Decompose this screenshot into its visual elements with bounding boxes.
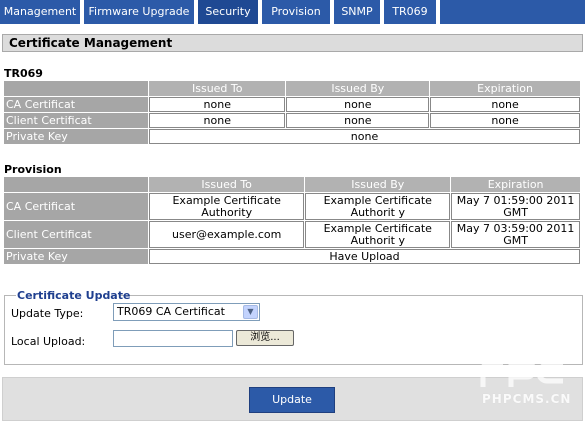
local-upload-label: Local Upload: (11, 335, 86, 348)
provision-section-title: Provision (4, 163, 62, 176)
issued-to-value: none (149, 113, 286, 128)
row-label: Client Certificat (4, 113, 148, 128)
row-label: CA Certificat (4, 193, 148, 220)
header-blank (4, 177, 148, 192)
tab-tr069[interactable]: TR069 (384, 0, 438, 24)
tab-provision[interactable]: Provision (262, 0, 332, 24)
table-header-row: Issued To Issued By Expiration (4, 81, 580, 96)
header-issued-to: Issued To (149, 81, 286, 96)
row-label: Client Certificat (4, 221, 148, 248)
tab-firmware-upgrade[interactable]: Firmware Upgrade (84, 0, 196, 24)
table-header-row: Issued To Issued By Expiration (4, 177, 580, 192)
fieldset-border-right (120, 295, 583, 296)
issued-to-value: user@example.com (149, 221, 305, 248)
chevron-down-icon[interactable]: ▼ (243, 305, 258, 319)
table-row: Client Certificat user@example.com Examp… (4, 221, 580, 248)
table-row: CA Certificat Example Certificate Author… (4, 193, 580, 220)
table-row: Private Key none (4, 129, 580, 144)
issued-by-value: Example Certificate Authorit y (305, 221, 451, 248)
header-expiration: Expiration (430, 81, 580, 96)
provision-cert-table: Issued To Issued By Expiration CA Certif… (3, 176, 581, 265)
row-label: CA Certificat (4, 97, 148, 112)
private-key-label: Private Key (4, 249, 148, 264)
update-type-select[interactable]: TR069 CA Certificat ▼ (113, 303, 260, 321)
issued-to-value: none (149, 97, 286, 112)
issued-by-value: none (286, 113, 430, 128)
private-key-value: none (149, 129, 580, 144)
watermark-text: PHPCMS.CN (482, 392, 572, 406)
browse-button[interactable]: 浏览... (236, 330, 294, 346)
page-title: Certificate Management (2, 34, 583, 52)
tab-security[interactable]: Security (198, 0, 260, 24)
table-row: Client Certificat none none none (4, 113, 580, 128)
tab-management[interactable]: Management (0, 0, 82, 24)
tab-bar: Management Firmware Upgrade Security Pro… (0, 0, 585, 24)
header-issued-to: Issued To (149, 177, 305, 192)
certificate-update-legend: Certificate Update (17, 289, 131, 302)
issued-to-value: Example Certificate Authority (149, 193, 305, 220)
local-upload-input[interactable] (113, 330, 233, 347)
table-row: Private Key Have Upload (4, 249, 580, 264)
table-row: CA Certificat none none none (4, 97, 580, 112)
header-blank (4, 81, 148, 96)
issued-by-value: none (286, 97, 430, 112)
expiration-value: none (430, 97, 580, 112)
expiration-value: May 7 03:59:00 2011 GMT (451, 221, 580, 248)
tab-bar-fill (440, 0, 585, 24)
tab-snmp[interactable]: SNMP (334, 0, 382, 24)
expiration-value: none (430, 113, 580, 128)
update-button[interactable]: Update (249, 387, 335, 413)
tr069-cert-table: Issued To Issued By Expiration CA Certif… (3, 80, 581, 145)
issued-by-value: Example Certificate Authorit y (305, 193, 451, 220)
fieldset-border-left (4, 295, 16, 296)
update-type-label: Update Type: (11, 307, 84, 320)
expiration-value: May 7 01:59:00 2011 GMT (451, 193, 580, 220)
private-key-label: Private Key (4, 129, 148, 144)
update-type-value: TR069 CA Certificat (117, 305, 225, 318)
watermark-logo (480, 360, 563, 387)
private-key-value: Have Upload (149, 249, 580, 264)
header-issued-by: Issued By (305, 177, 451, 192)
header-expiration: Expiration (451, 177, 580, 192)
tr069-section-title: TR069 (4, 67, 43, 80)
header-issued-by: Issued By (286, 81, 430, 96)
